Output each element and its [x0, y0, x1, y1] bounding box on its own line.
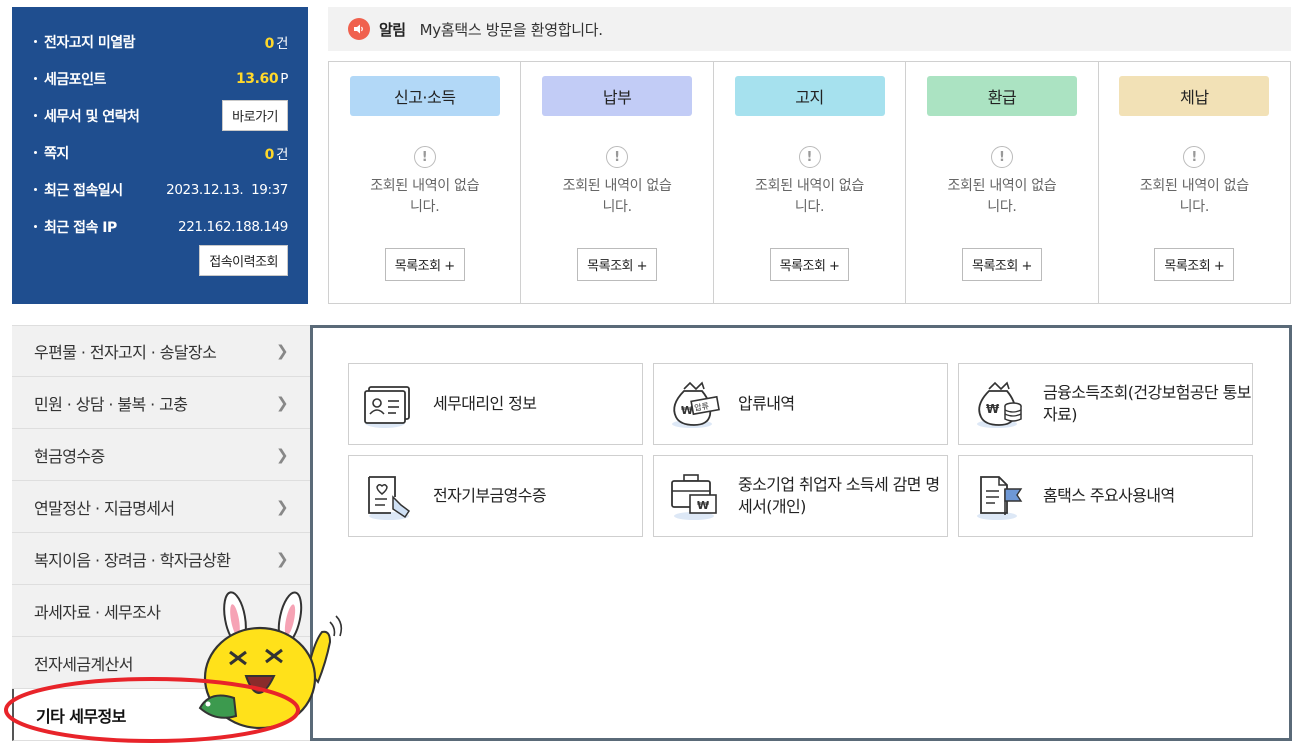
- message-label: 쪽지: [44, 145, 69, 162]
- last-login-value: 2023.12.13. 19:37: [166, 181, 288, 198]
- card-seizure-history[interactable]: ₩ 압류 압류내역: [653, 363, 948, 445]
- status-tag-notice[interactable]: 고지: [734, 76, 885, 116]
- last-ip-label: 최근 접속 IP: [44, 219, 117, 236]
- svg-text:₩: ₩: [986, 402, 1000, 416]
- money-bag-coins-icon: ₩: [973, 379, 1027, 429]
- unread-notice-label: 전자고지 미열람: [44, 34, 136, 51]
- status-col-notice: 고지 ! 조회된 내역이 없습니다. 목록조회 +: [714, 62, 907, 303]
- chevron-right-icon: ❯: [276, 445, 289, 464]
- message-count[interactable]: 0: [265, 147, 275, 163]
- exclamation-icon: !: [606, 146, 629, 168]
- agent-card-icon: [363, 379, 417, 429]
- card-financial-income[interactable]: ₩ 금융소득조회(건강보험공단 통보자료): [958, 363, 1253, 445]
- document-flag-icon: [973, 471, 1027, 521]
- status-grid: 신고·소득 ! 조회된 내역이 없습니다. 목록조회 + 납부 ! 조회된 내역…: [328, 61, 1291, 304]
- briefcase-won-icon: ₩: [668, 471, 722, 521]
- empty-message: 조회된 내역이 없습니다.: [755, 178, 864, 215]
- card-tax-agent-info[interactable]: 세무대리인 정보: [348, 363, 643, 445]
- list-view-button[interactable]: 목록조회 +: [384, 248, 465, 281]
- status-col-refund: 환급 ! 조회된 내역이 없습니다. 목록조회 +: [906, 62, 1099, 303]
- list-view-button[interactable]: 목록조회 +: [577, 248, 658, 281]
- svg-text:₩: ₩: [697, 499, 709, 512]
- unread-notice-count[interactable]: 0: [265, 36, 275, 52]
- empty-message: 조회된 내역이 없습니다.: [370, 178, 480, 215]
- status-col-arrears: 체납 ! 조회된 내역이 없습니다. 목록조회 +: [1099, 62, 1290, 303]
- status-tag-refund[interactable]: 환급: [926, 76, 1077, 116]
- status-tag-filing[interactable]: 신고·소득: [349, 76, 500, 116]
- last-login-row: 최근 접속일시 2023.12.13. 19:37: [34, 171, 288, 208]
- list-view-button[interactable]: 목록조회 +: [1154, 248, 1235, 281]
- exclamation-icon: !: [798, 146, 821, 168]
- chevron-right-icon: ❯: [276, 549, 289, 568]
- goto-tax-office-button[interactable]: 바로가기: [222, 100, 288, 131]
- last-ip-row: 최근 접속 IP 221.162.188.149: [34, 208, 288, 245]
- status-col-filing: 신고·소득 ! 조회된 내역이 없습니다. 목록조회 +: [329, 62, 522, 303]
- donation-receipt-icon: [363, 471, 417, 521]
- menu-item-welfare[interactable]: 복지이음 · 장려금 · 학자금상환 ❯: [12, 533, 312, 585]
- list-view-button[interactable]: 목록조회 +: [769, 248, 850, 281]
- login-history-button[interactable]: 접속이력조회: [199, 245, 288, 276]
- exclamation-icon: !: [1183, 146, 1206, 168]
- chevron-right-icon: ❯: [276, 497, 289, 516]
- chevron-right-icon: ❯: [276, 393, 289, 412]
- unread-notice-row: 전자고지 미열람 0건: [34, 23, 288, 60]
- last-ip-value: 221.162.188.149: [178, 218, 288, 235]
- seizure-bag-icon: ₩ 압류: [668, 379, 722, 429]
- status-tag-payment[interactable]: 납부: [542, 76, 693, 116]
- exclamation-icon: !: [990, 146, 1013, 168]
- exclamation-icon: !: [413, 146, 436, 168]
- card-donation-receipt[interactable]: 전자기부금영수증: [348, 455, 643, 537]
- notice-text[interactable]: My홈택스 방문을 환영합니다.: [420, 19, 603, 40]
- tax-point-label: 세금포인트: [44, 71, 106, 88]
- notice-label: 알림: [379, 20, 406, 39]
- tax-office-row: 세무서 및 연락처 바로가기: [34, 97, 288, 134]
- speaker-icon: [348, 18, 370, 40]
- empty-message: 조회된 내역이 없습니다.: [1139, 178, 1249, 215]
- status-tag-arrears[interactable]: 체납: [1119, 76, 1270, 116]
- tax-office-label: 세무서 및 연락처: [44, 108, 140, 125]
- menu-item-civil-complaint[interactable]: 민원 · 상담 · 불복 · 고충 ❯: [12, 377, 312, 429]
- last-login-label: 최근 접속일시: [44, 182, 123, 199]
- account-summary-panel: 전자고지 미열람 0건 세금포인트 13.60 P 세무서 및 연락처 바로가기 …: [12, 7, 308, 304]
- empty-message: 조회된 내역이 없습니다.: [562, 178, 672, 215]
- list-view-button[interactable]: 목록조회 +: [961, 248, 1042, 281]
- message-row: 쪽지 0건: [34, 134, 288, 171]
- other-tax-info-panel: 세무대리인 정보 ₩ 압류 압류내역 ₩ 금융소득조회(건강보험공단 통보자료)…: [310, 325, 1292, 741]
- menu-item-cash-receipt[interactable]: 현금영수증 ❯: [12, 429, 312, 481]
- status-col-payment: 납부 ! 조회된 내역이 없습니다. 목록조회 +: [521, 62, 714, 303]
- card-hometax-usage[interactable]: 홈택스 주요사용내역: [958, 455, 1253, 537]
- notice-bar: 알림 My홈택스 방문을 환영합니다.: [328, 7, 1291, 51]
- menu-item-mail-notice[interactable]: 우편물 · 전자고지 · 송달장소 ❯: [12, 325, 312, 377]
- mascot-rabbit-icon: [190, 590, 350, 740]
- tax-point-value[interactable]: 13.60: [236, 71, 279, 87]
- tax-point-row: 세금포인트 13.60 P: [34, 60, 288, 97]
- menu-item-year-end[interactable]: 연말정산 · 지급명세서 ❯: [12, 481, 312, 533]
- chevron-right-icon: ❯: [276, 342, 289, 360]
- empty-message: 조회된 내역이 없습니다.: [947, 178, 1057, 215]
- card-sme-tax-reduction[interactable]: ₩ 중소기업 취업자 소득세 감면 명세서(개인): [653, 455, 948, 537]
